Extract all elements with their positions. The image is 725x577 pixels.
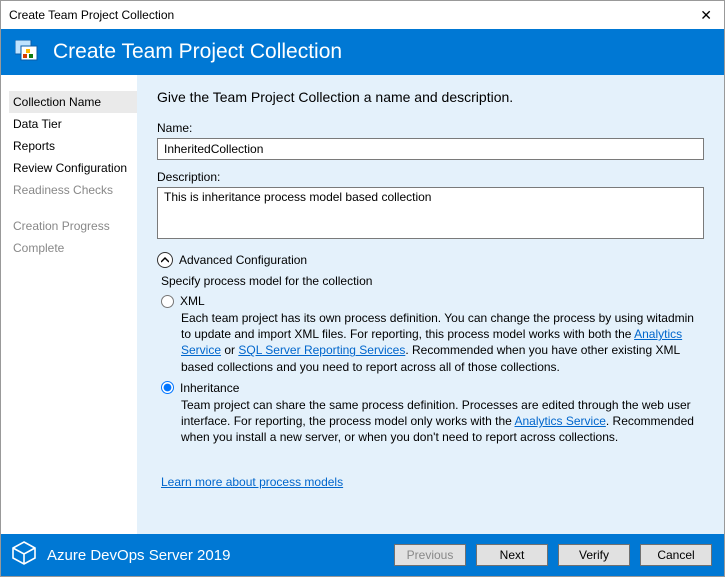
banner: Create Team Project Collection — [1, 29, 724, 75]
titlebar: Create Team Project Collection ✕ — [1, 1, 724, 29]
link-analytics-service-inh[interactable]: Analytics Service — [515, 414, 606, 428]
footer-brand-label: Azure DevOps Server 2019 — [47, 547, 230, 564]
banner-title: Create Team Project Collection — [53, 40, 342, 64]
window-title: Create Team Project Collection — [9, 8, 174, 22]
link-learn-more[interactable]: Learn more about process models — [161, 475, 343, 489]
radio-xml-label: XML — [180, 294, 205, 308]
sidebar-item-collection-name[interactable]: Collection Name — [9, 91, 137, 113]
radio-inheritance[interactable] — [161, 381, 174, 394]
sidebar-item-complete: Complete — [9, 237, 137, 259]
footer-brand: Azure DevOps Server 2019 — [11, 540, 230, 570]
advanced-configuration-row: Advanced Configuration — [157, 252, 704, 268]
radio-inheritance-row: Inheritance — [161, 381, 704, 395]
footer: Azure DevOps Server 2019 Previous Next V… — [1, 534, 724, 576]
link-sql-server-reporting-services[interactable]: SQL Server Reporting Services — [238, 343, 405, 357]
next-button[interactable]: Next — [476, 544, 548, 566]
process-model-options: XML Each team project has its own proces… — [161, 294, 704, 445]
sidebar-item-creation-progress: Creation Progress — [9, 215, 137, 237]
description-input[interactable] — [157, 187, 704, 239]
sidebar-item-readiness-checks: Readiness Checks — [9, 179, 137, 201]
content-panel: Give the Team Project Collection a name … — [137, 75, 724, 534]
sidebar: Collection Name Data Tier Reports Review… — [1, 75, 137, 534]
collections-icon — [15, 40, 43, 64]
specify-process-model-label: Specify process model for the collection — [161, 274, 704, 288]
name-input[interactable] — [157, 138, 704, 160]
verify-button[interactable]: Verify — [558, 544, 630, 566]
radio-xml-row: XML — [161, 294, 704, 308]
previous-button: Previous — [394, 544, 466, 566]
advanced-configuration-label: Advanced Configuration — [179, 253, 307, 267]
azure-devops-icon — [11, 540, 37, 570]
main: Collection Name Data Tier Reports Review… — [1, 75, 724, 534]
chevron-up-icon[interactable] — [157, 252, 173, 268]
cancel-button[interactable]: Cancel — [640, 544, 712, 566]
name-label: Name: — [157, 121, 704, 135]
radio-inheritance-description: Team project can share the same process … — [181, 397, 704, 446]
radio-xml-description: Each team project has its own process de… — [181, 310, 704, 375]
learn-more-row: Learn more about process models — [161, 475, 704, 489]
sidebar-item-review-configuration[interactable]: Review Configuration — [9, 157, 137, 179]
description-label: Description: — [157, 170, 704, 184]
radio-xml[interactable] — [161, 295, 174, 308]
close-icon[interactable]: ✕ — [696, 7, 716, 24]
sidebar-item-data-tier[interactable]: Data Tier — [9, 113, 137, 135]
sidebar-item-reports[interactable]: Reports — [9, 135, 137, 157]
page-heading: Give the Team Project Collection a name … — [157, 89, 704, 105]
footer-buttons: Previous Next Verify Cancel — [394, 544, 712, 566]
radio-inheritance-label: Inheritance — [180, 381, 239, 395]
